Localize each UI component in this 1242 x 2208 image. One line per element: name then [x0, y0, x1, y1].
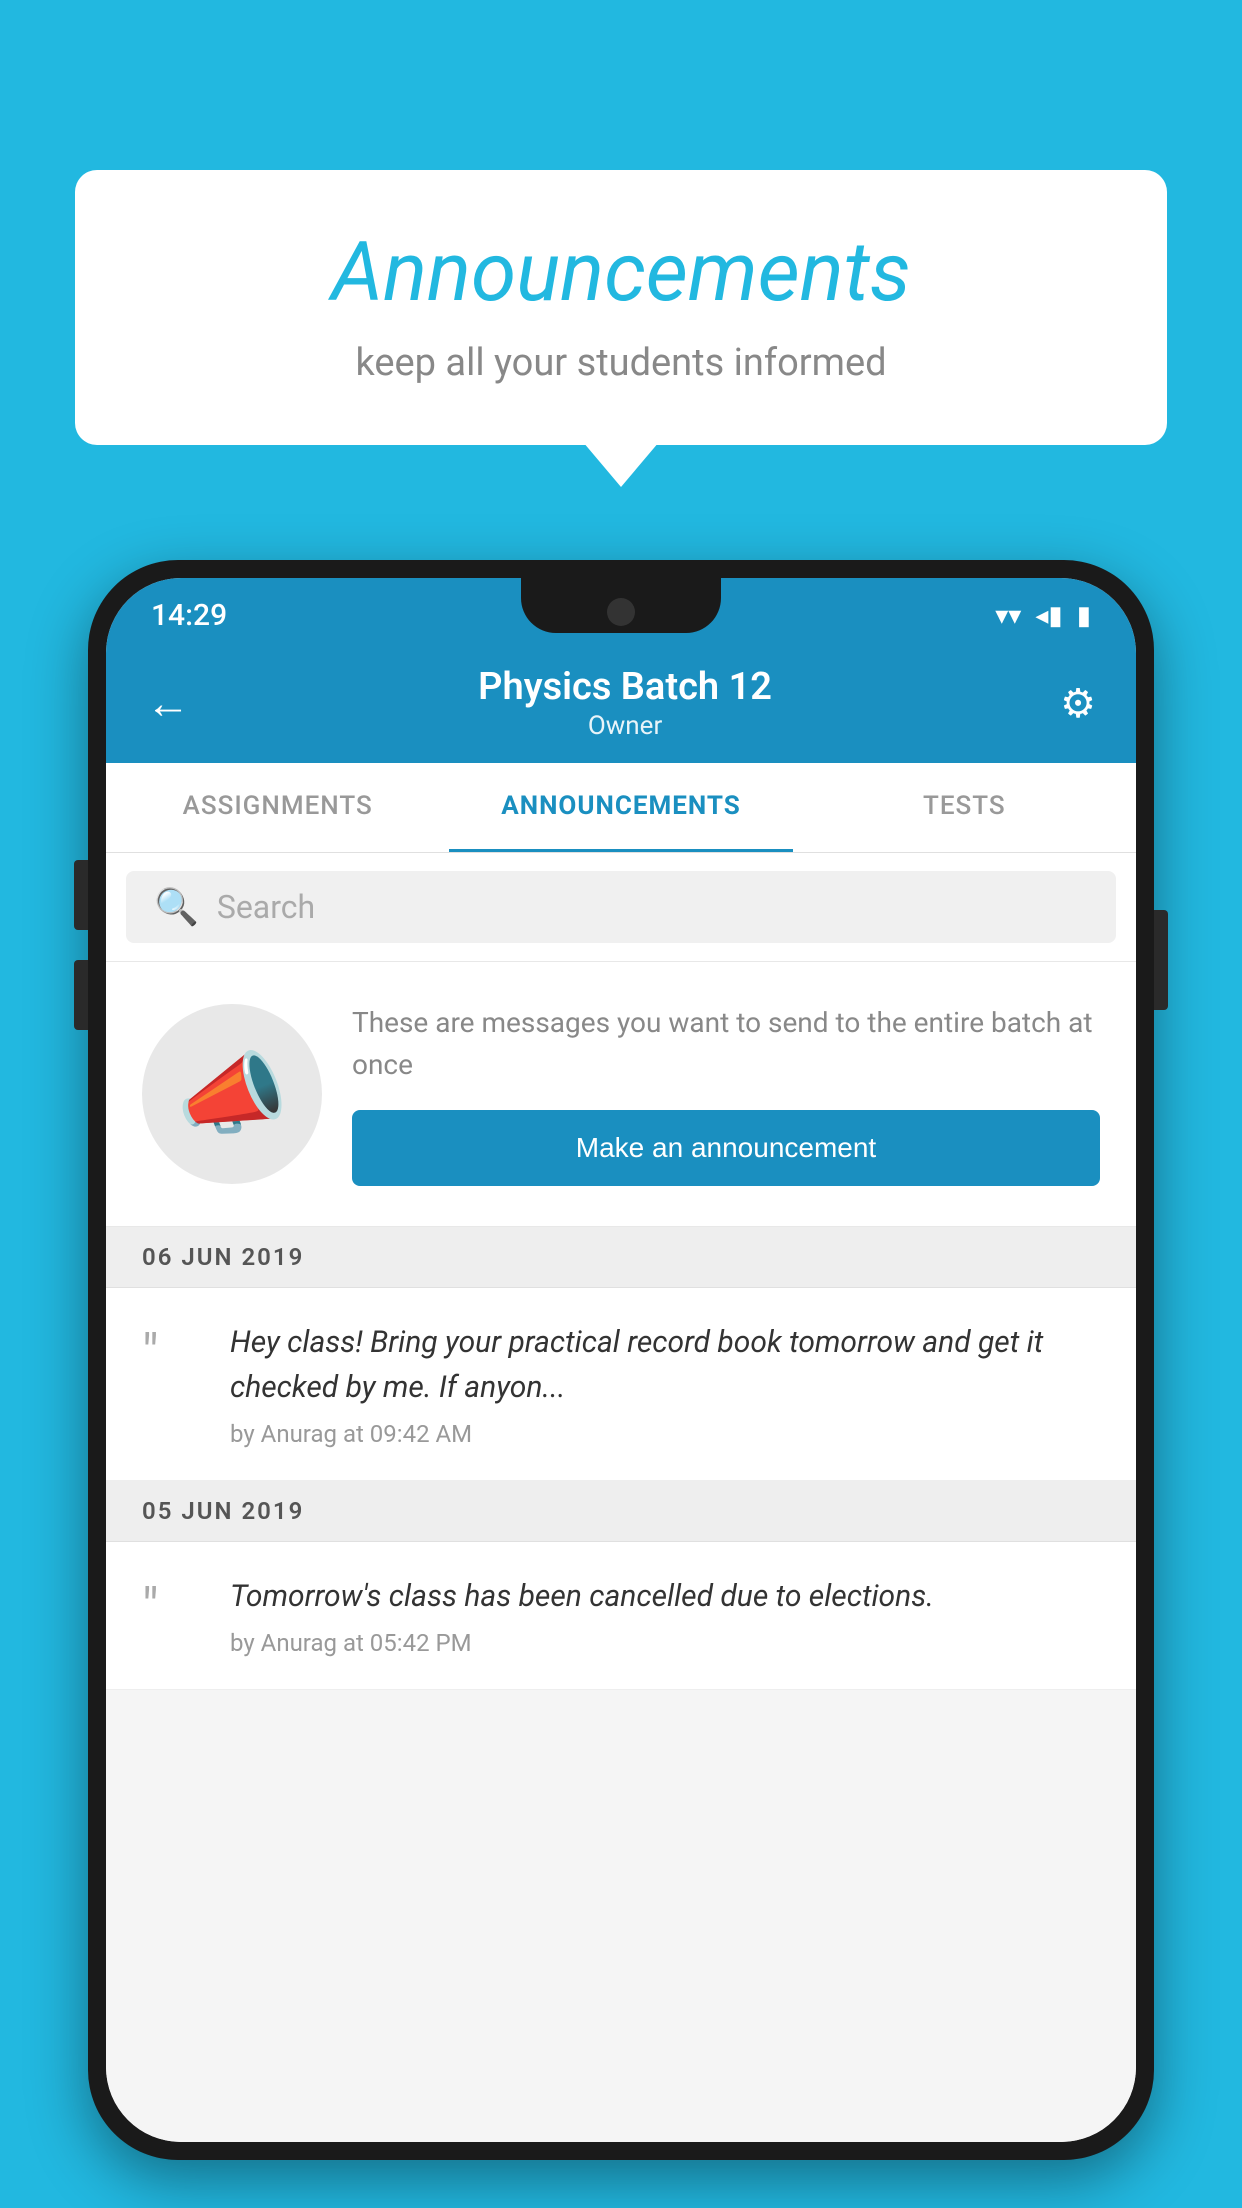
quote-icon-container-2: "	[142, 1574, 202, 1634]
intro-card: 📣 These are messages you want to send to…	[106, 962, 1136, 1227]
announcement-item-2[interactable]: " Tomorrow's class has been cancelled du…	[106, 1542, 1136, 1690]
intro-right: These are messages you want to send to t…	[352, 1002, 1100, 1186]
app-bar-center: Physics Batch 12 Owner	[478, 665, 772, 741]
bubble-subtitle: keep all your students informed	[135, 341, 1107, 385]
announcement-text-1: Hey class! Bring your practical record b…	[230, 1320, 1100, 1410]
speech-bubble: Announcements keep all your students inf…	[75, 170, 1167, 445]
status-icons: ▾▾ ◂▮ ▮	[995, 601, 1091, 631]
front-camera	[607, 598, 635, 626]
announcement-meta-2: by Anurag at 05:42 PM	[230, 1629, 1100, 1657]
phone-notch	[521, 578, 721, 633]
quote-icon-2: "	[142, 1577, 159, 1638]
megaphone-circle: 📣	[142, 1004, 322, 1184]
battery-icon: ▮	[1077, 601, 1091, 631]
content-area: 🔍 Search 📣 These are messages you want t…	[106, 853, 1136, 2142]
tab-tests[interactable]: TESTS	[793, 763, 1136, 852]
speech-bubble-section: Announcements keep all your students inf…	[75, 170, 1167, 445]
announcement-item-1[interactable]: " Hey class! Bring your practical record…	[106, 1288, 1136, 1481]
search-container: 🔍 Search	[106, 853, 1136, 962]
megaphone-icon: 📣	[176, 1042, 288, 1147]
announcement-content-2: Tomorrow's class has been cancelled due …	[230, 1574, 1100, 1657]
search-box[interactable]: 🔍 Search	[126, 871, 1116, 943]
quote-icon: "	[142, 1323, 159, 1384]
phone-screen: 14:29 ▾▾ ◂▮ ▮ ← Physics Batch 12 Owner ⚙	[106, 578, 1136, 2142]
phone-frame: 14:29 ▾▾ ◂▮ ▮ ← Physics Batch 12 Owner ⚙	[88, 560, 1154, 2160]
status-time: 14:29	[151, 598, 227, 633]
settings-button[interactable]: ⚙	[1060, 680, 1096, 727]
tabs-bar: ASSIGNMENTS ANNOUNCEMENTS TESTS	[106, 763, 1136, 853]
app-bar-subtitle: Owner	[478, 711, 772, 741]
back-button[interactable]: ←	[146, 677, 190, 729]
search-placeholder: Search	[217, 888, 315, 926]
volume-down-button	[74, 960, 88, 1030]
search-icon: 🔍	[154, 886, 199, 928]
tab-assignments[interactable]: ASSIGNMENTS	[106, 763, 449, 852]
signal-icon: ◂▮	[1035, 601, 1062, 631]
volume-up-button	[74, 860, 88, 930]
phone-mockup: 14:29 ▾▾ ◂▮ ▮ ← Physics Batch 12 Owner ⚙	[88, 560, 1154, 2208]
tab-announcements[interactable]: ANNOUNCEMENTS	[449, 763, 792, 852]
bubble-title: Announcements	[135, 225, 1107, 321]
date-separator-2: 05 JUN 2019	[106, 1481, 1136, 1542]
power-button	[1154, 910, 1168, 1010]
app-bar-title: Physics Batch 12	[478, 665, 772, 709]
announcement-meta-1: by Anurag at 09:42 AM	[230, 1420, 1100, 1448]
date-separator-1: 06 JUN 2019	[106, 1227, 1136, 1288]
announcement-text-2: Tomorrow's class has been cancelled due …	[230, 1574, 1100, 1619]
wifi-icon: ▾▾	[995, 601, 1021, 631]
app-bar: ← Physics Batch 12 Owner ⚙	[106, 643, 1136, 763]
intro-description: These are messages you want to send to t…	[352, 1002, 1100, 1086]
quote-icon-container: "	[142, 1320, 202, 1380]
make-announcement-button[interactable]: Make an announcement	[352, 1110, 1100, 1186]
announcement-content-1: Hey class! Bring your practical record b…	[230, 1320, 1100, 1448]
